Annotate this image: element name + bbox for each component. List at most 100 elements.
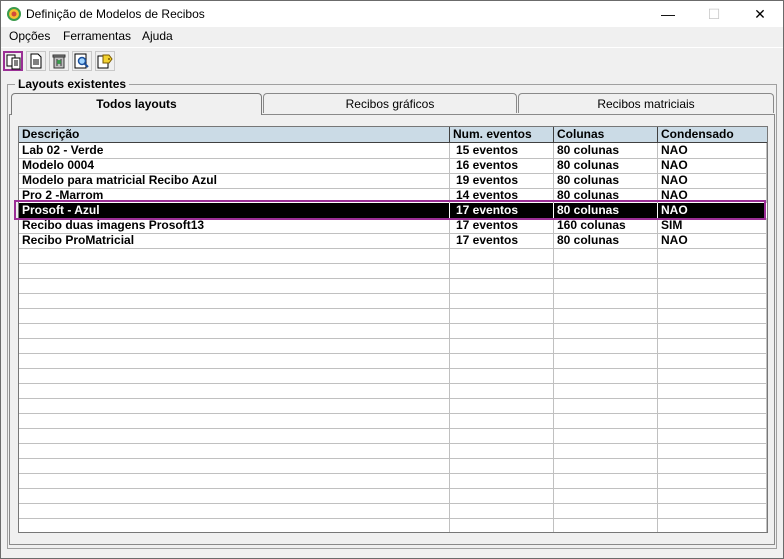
column-header-condensado[interactable]: Condensado	[658, 127, 767, 142]
table-cell: 80 colunas	[554, 173, 658, 188]
table-cell	[19, 473, 450, 488]
tag-label-icon	[97, 54, 113, 69]
table-cell	[554, 383, 658, 398]
table-row[interactable]: Modelo para matricial Recibo Azul 19 even…	[19, 173, 767, 189]
layouts-table[interactable]: Descrição Num. eventos Colunas Condensad…	[18, 126, 768, 533]
table-row-empty[interactable]	[19, 488, 767, 504]
table-cell	[19, 338, 450, 353]
table-cell	[450, 458, 554, 473]
table-cell	[658, 428, 767, 443]
table-cell	[19, 368, 450, 383]
table-cell	[658, 293, 767, 308]
table-cell	[658, 338, 767, 353]
table-row[interactable]: Prosoft - Azul 17 eventos 80 colunas NAO	[19, 203, 767, 219]
table-cell	[554, 413, 658, 428]
table-row-empty[interactable]	[19, 278, 767, 294]
column-header-descricao[interactable]: Descrição	[19, 127, 450, 142]
table-cell	[450, 413, 554, 428]
table-row-empty[interactable]	[19, 503, 767, 519]
table-cell	[19, 293, 450, 308]
table-row-empty[interactable]	[19, 248, 767, 264]
table-cell	[450, 398, 554, 413]
table-row-empty[interactable]	[19, 458, 767, 474]
table-cell: 19 eventos	[450, 173, 554, 188]
menu-ajuda[interactable]: Ajuda	[142, 29, 173, 43]
table-row-empty[interactable]	[19, 308, 767, 324]
table-row-empty[interactable]	[19, 368, 767, 384]
table-row-empty[interactable]	[19, 353, 767, 369]
groupbox-label: Layouts existentes	[15, 77, 130, 91]
document-button[interactable]	[26, 51, 46, 71]
table-cell	[554, 428, 658, 443]
delete-button[interactable]	[49, 51, 69, 71]
table-row[interactable]: Recibo ProMatricial 17 eventos 80 colunas N…	[19, 233, 767, 249]
table-row-empty[interactable]	[19, 263, 767, 279]
table-row-empty[interactable]	[19, 323, 767, 339]
table-cell	[19, 383, 450, 398]
table-cell	[554, 353, 658, 368]
table-cell	[19, 503, 450, 518]
table-row-empty[interactable]	[19, 383, 767, 399]
column-header-colunas[interactable]: Colunas	[554, 127, 658, 142]
table-cell	[658, 443, 767, 458]
table-cell: 80 colunas	[554, 158, 658, 173]
table-cell	[450, 323, 554, 338]
table-cell: 80 colunas	[554, 143, 658, 158]
table-row[interactable]: Modelo 0004 16 eventos 80 colunas NAO	[19, 158, 767, 174]
table-row-empty[interactable]	[19, 473, 767, 489]
table-cell: NAO	[658, 188, 767, 203]
menu-ferramentas[interactable]: Ferramentas	[63, 29, 131, 43]
table-row-empty[interactable]	[19, 518, 767, 532]
table-row[interactable]: Lab 02 - Verde 15 eventos 80 colunas NAO	[19, 143, 767, 159]
tab-todos-layouts[interactable]: Todos layouts	[11, 93, 262, 115]
tab-recibos-graficos[interactable]: Recibos gráficos	[263, 93, 517, 113]
table-row[interactable]: Recibo duas imagens Prosoft13 17 eventos 1…	[19, 218, 767, 234]
table-cell: 17 eventos	[450, 233, 554, 248]
table-cell	[19, 263, 450, 278]
table-cell	[19, 398, 450, 413]
toolbar	[1, 47, 783, 76]
table-cell	[19, 278, 450, 293]
table-row-empty[interactable]	[19, 338, 767, 354]
table-row-empty[interactable]	[19, 428, 767, 444]
table-row-empty[interactable]	[19, 443, 767, 459]
table-row-empty[interactable]	[19, 293, 767, 309]
table-header: Descrição Num. eventos Colunas Condensad…	[19, 127, 767, 143]
table-cell: 160 colunas	[554, 218, 658, 233]
table-cell	[554, 473, 658, 488]
column-header-num-eventos[interactable]: Num. eventos	[450, 127, 554, 142]
table-row[interactable]: Pro 2 -Marrom 14 eventos 80 colunas NAO	[19, 188, 767, 204]
delete-trash-icon	[52, 54, 66, 69]
window-bottom-edge	[1, 550, 783, 558]
new-copy-button[interactable]	[3, 51, 23, 71]
tab-recibos-matriciais[interactable]: Recibos matriciais	[518, 93, 774, 113]
table-row-empty[interactable]	[19, 413, 767, 429]
menu-opcoes[interactable]: Opções	[9, 29, 50, 43]
table-cell	[19, 428, 450, 443]
table-cell: NAO	[658, 233, 767, 248]
table-cell: 80 colunas	[554, 203, 658, 218]
title-bar: Definição de Modelos de Recibos — ☐ ✕	[1, 1, 783, 27]
table-cell	[554, 488, 658, 503]
table-cell	[450, 293, 554, 308]
tag-button[interactable]	[95, 51, 115, 71]
table-cell: Recibo ProMatricial	[19, 233, 450, 248]
table-cell	[658, 308, 767, 323]
maximize-button[interactable]: ☐	[691, 1, 737, 27]
minimize-button[interactable]: —	[645, 1, 691, 27]
table-cell	[19, 518, 450, 532]
table-cell	[19, 323, 450, 338]
preview-button[interactable]	[72, 51, 92, 71]
table-cell	[554, 248, 658, 263]
table-cell	[658, 263, 767, 278]
table-cell	[19, 248, 450, 263]
document-icon	[30, 53, 42, 69]
table-cell	[554, 278, 658, 293]
table-cell	[554, 308, 658, 323]
table-cell: 17 eventos	[450, 218, 554, 233]
table-cell: Prosoft - Azul	[19, 203, 450, 218]
table-cell	[658, 353, 767, 368]
close-button[interactable]: ✕	[737, 1, 783, 27]
table-row-empty[interactable]	[19, 398, 767, 414]
table-cell	[19, 308, 450, 323]
